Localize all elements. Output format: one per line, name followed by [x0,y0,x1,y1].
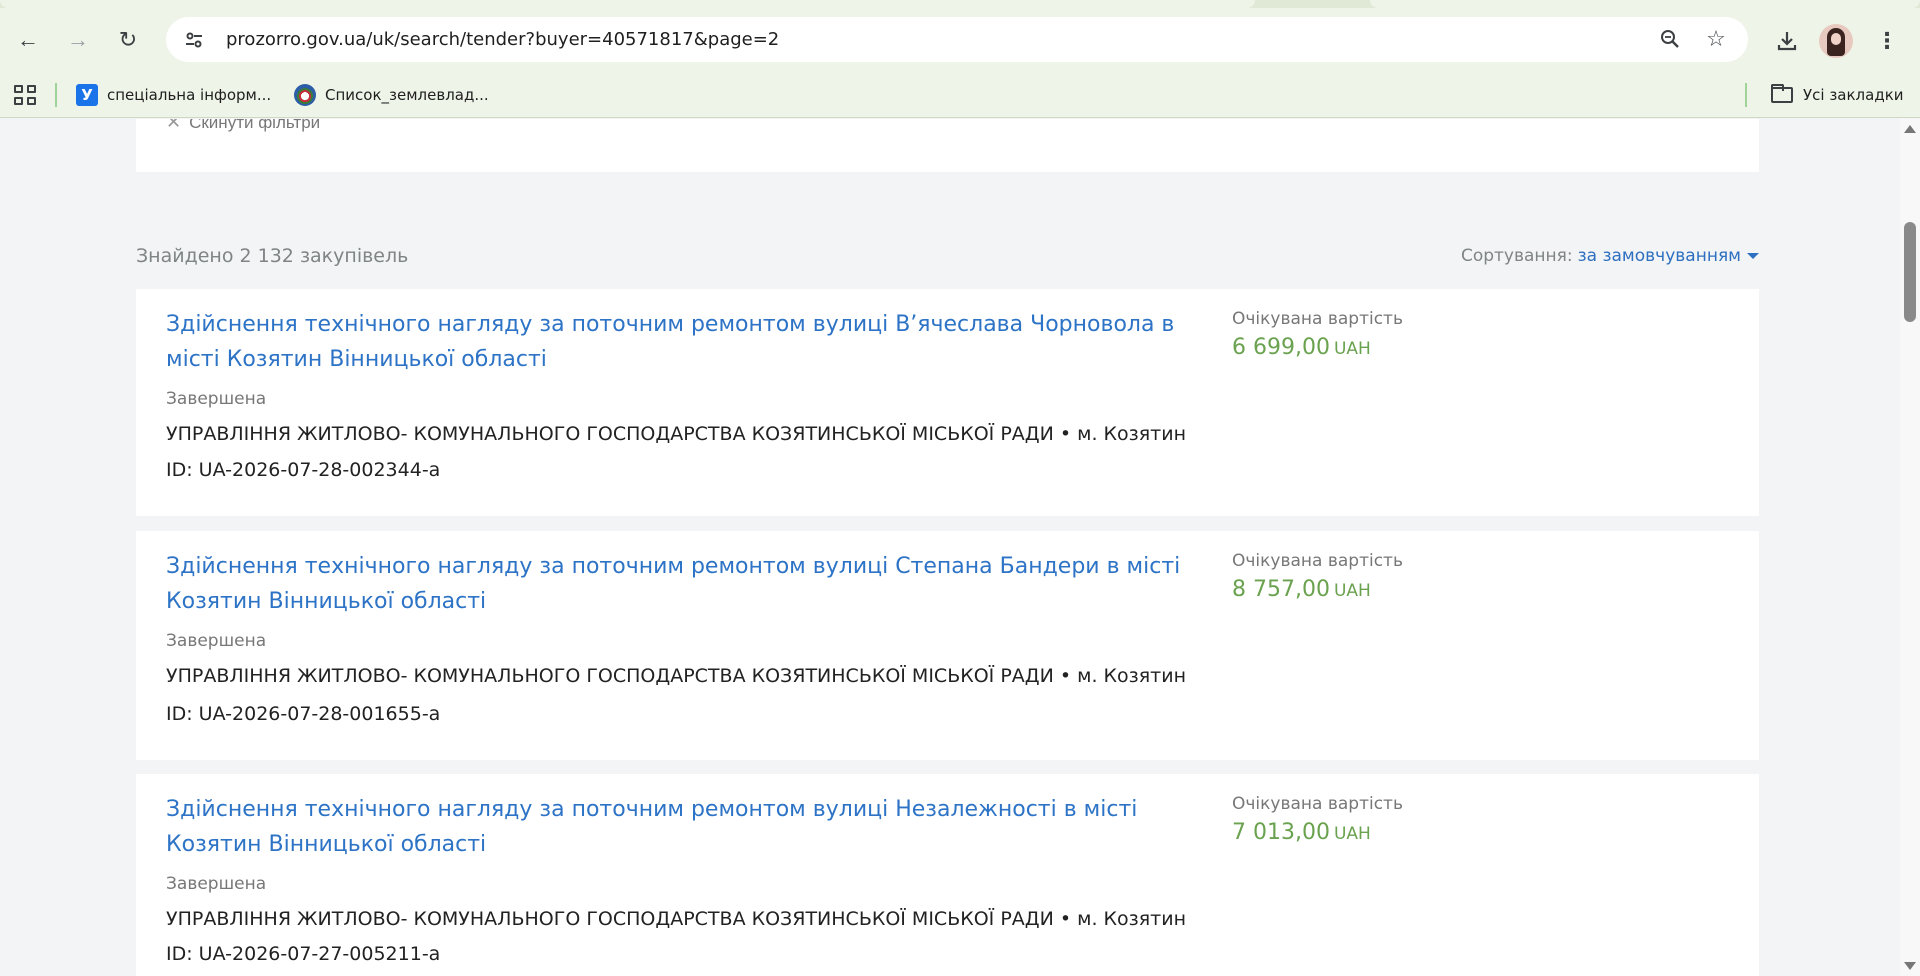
expected-value: 7 013,00 UAH [1232,820,1371,845]
tender-buyer: УПРАВЛІННЯ ЖИТЛОВО- КОМУНАЛЬНОГО ГОСПОДА… [166,423,1187,445]
tender-status: Завершена [166,389,267,409]
sort-control[interactable]: Сортування: за замовчуванням [1461,246,1759,266]
tender-status: Завершена [166,631,267,651]
more-vert-icon: ⋮ [1876,28,1898,53]
tender-card: Здійснення технічного нагляду за поточни… [136,774,1759,976]
back-button[interactable]: ← [12,24,44,56]
tender-card: Здійснення технічного нагляду за поточни… [136,289,1759,516]
arrow-right-icon: → [67,27,89,52]
page-content: ✕ Скинути фільтри Знайдено 2 132 закупів… [0,119,1900,976]
tab-active[interactable] [0,0,1255,8]
tune-icon [186,32,202,47]
site-info-button[interactable] [176,24,212,56]
bookmark-item[interactable]: Список_землевлад... [294,81,489,109]
star-icon: ☆ [1706,26,1726,51]
divider [55,83,57,107]
bookmark-label: спеціальна інформ... [107,86,272,104]
reload-icon: ↻ [118,27,138,52]
address-bar[interactable]: prozorro.gov.ua/uk/search/tender?buyer=4… [166,17,1748,62]
tender-buyer: УПРАВЛІННЯ ЖИТЛОВО- КОМУНАЛЬНОГО ГОСПОДА… [166,665,1187,687]
tender-title-link[interactable]: Здійснення технічного нагляду за поточни… [166,549,1186,619]
tab-strip [0,0,1920,8]
sort-label: Сортування: [1460,246,1573,266]
amount: 7 013,00 [1232,820,1330,845]
wikimedia-icon [294,84,316,106]
browser-toolbar: ← → ↻ prozorro.gov.ua/uk/search/tender?b… [0,8,1920,72]
scroll-down-icon[interactable] [1904,962,1916,970]
currency: UAH [1333,824,1371,844]
tender-buyer: УПРАВЛІННЯ ЖИТЛОВО- КОМУНАЛЬНОГО ГОСПОДА… [166,908,1187,930]
zoom-button[interactable] [1654,23,1686,55]
tender-id: ID: UA-2026-07-28-002344-a [166,459,441,481]
reset-filters-label: Скинути фільтри [189,119,321,132]
amount: 6 699,00 [1232,335,1330,360]
bookmarks-bar: У спеціальна інформ... Список_землевлад.… [0,72,1920,118]
expected-value: 8 757,00 UAH [1232,577,1371,602]
bookmark-star-button[interactable]: ☆ [1700,23,1732,55]
expected-value-label: Очікувана вартість [1232,794,1403,814]
scroll-up-icon[interactable] [1904,125,1916,133]
url-text[interactable]: prozorro.gov.ua/uk/search/tender?buyer=4… [226,29,779,50]
expected-value-label: Очікувана вартість [1232,309,1403,329]
close-icon: ✕ [166,119,182,132]
tender-id: ID: UA-2026-07-27-005211-a [166,943,441,965]
zoom-icon [1661,30,1679,48]
amount: 8 757,00 [1232,577,1330,602]
expected-value: 6 699,00 UAH [1232,335,1371,360]
page-scrollbar[interactable] [1900,119,1920,976]
forward-button[interactable]: → [62,24,94,56]
caret-down-icon [1747,253,1759,259]
tender-status: Завершена [166,874,267,894]
reload-button[interactable]: ↻ [112,24,144,56]
bookmark-label: Список_землевлад... [325,86,489,104]
currency: UAH [1333,339,1371,359]
currency: UAH [1333,581,1371,601]
arrow-left-icon: ← [17,27,39,52]
filters-panel: ✕ Скинути фільтри [136,119,1759,172]
download-icon [1777,32,1797,51]
tab-inactive[interactable] [1370,0,1920,8]
tender-title-link[interactable]: Здійснення технічного нагляду за поточни… [166,307,1186,377]
all-bookmarks-label: Усі закладки [1803,86,1904,104]
menu-button[interactable]: ⋮ [1870,24,1904,58]
folder-icon [1771,84,1793,103]
downloads-button[interactable] [1770,24,1804,58]
profile-avatar[interactable] [1819,24,1853,58]
favicon-u-icon: У [76,84,98,106]
sort-value[interactable]: за замовчуванням [1578,246,1741,266]
tender-title-link[interactable]: Здійснення технічного нагляду за поточни… [166,792,1186,862]
results-count: Знайдено 2 132 закупівель [136,245,409,267]
bookmark-item[interactable]: У спеціальна інформ... [76,81,271,109]
tender-card: Здійснення технічного нагляду за поточни… [136,531,1759,760]
scroll-thumb[interactable] [1904,222,1916,322]
reset-filters-button[interactable]: ✕ Скинути фільтри [166,119,320,133]
tender-id: ID: UA-2026-07-28-001655-a [166,703,441,725]
apps-grid-icon[interactable] [12,83,36,107]
expected-value-label: Очікувана вартість [1232,551,1403,571]
divider [1745,83,1747,107]
all-bookmarks-button[interactable]: Усі закладки [1771,81,1904,109]
